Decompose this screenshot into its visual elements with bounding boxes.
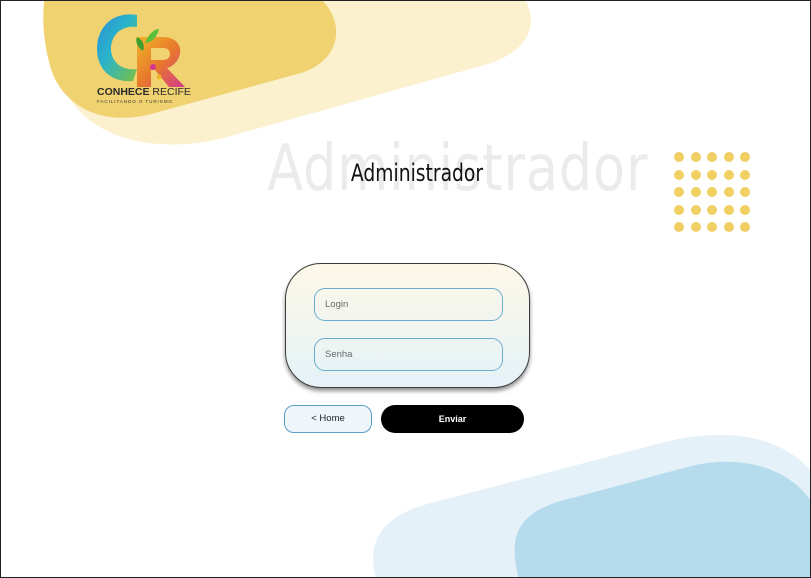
dot <box>690 222 701 232</box>
submit-button[interactable]: Enviar <box>381 405 524 433</box>
dot <box>707 169 717 180</box>
brand-name-light: RECIFE <box>149 86 191 98</box>
dot <box>740 204 750 215</box>
dot <box>740 222 750 232</box>
dot <box>707 204 717 215</box>
dot <box>674 152 684 162</box>
brand-name-bold: CONHECE <box>97 86 150 98</box>
bottom-right-blue-shape <box>373 434 810 577</box>
home-button[interactable]: < Home <box>284 405 372 433</box>
dot <box>690 169 701 180</box>
dot <box>707 152 717 162</box>
page-title: Administrador <box>350 159 484 187</box>
brand-name: CONHECE RECIFE <box>97 86 191 98</box>
dot <box>707 187 717 197</box>
dot <box>690 204 701 215</box>
dot <box>690 152 701 162</box>
admin-login-page: CONHECE RECIFE FACILITANDO O TURISMO Adm… <box>0 0 811 578</box>
dot <box>707 222 717 232</box>
dot <box>690 187 701 197</box>
dot <box>723 152 734 162</box>
dot <box>723 169 734 180</box>
dot <box>723 187 734 197</box>
dot <box>740 187 750 197</box>
dot <box>740 169 750 180</box>
dot <box>674 169 684 180</box>
dot-grid-decoration <box>674 152 754 232</box>
dot <box>723 204 734 215</box>
dot <box>740 152 750 162</box>
login-card <box>285 263 530 388</box>
brand-text: CONHECE RECIFE FACILITANDO O TURISMO <box>97 86 191 105</box>
dot <box>674 222 684 232</box>
brand-tagline: FACILITANDO O TURISMO <box>97 99 173 104</box>
dot <box>674 204 684 215</box>
login-input[interactable] <box>314 288 503 321</box>
password-input[interactable] <box>314 338 503 371</box>
dot <box>723 222 734 232</box>
dot <box>674 187 684 197</box>
